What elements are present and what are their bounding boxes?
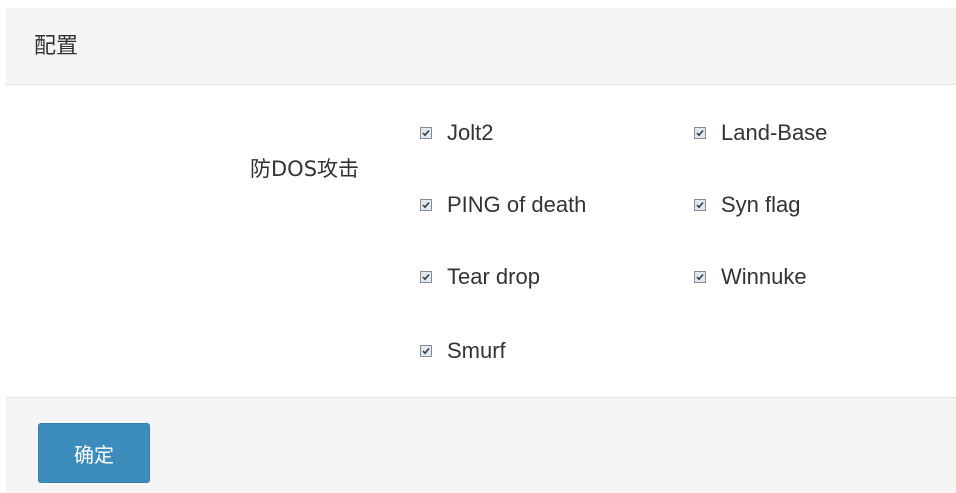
checkmark-icon xyxy=(422,201,430,209)
option-smurf[interactable]: Smurf xyxy=(420,336,506,366)
option-label: PING of death xyxy=(447,192,587,217)
checkbox-winnuke[interactable] xyxy=(694,271,706,283)
option-jolt2[interactable]: Jolt2 xyxy=(420,118,493,148)
top-strip xyxy=(0,0,956,8)
option-label: Winnuke xyxy=(721,264,807,289)
checkmark-icon xyxy=(696,129,704,137)
checkbox-smurf[interactable] xyxy=(420,345,432,357)
checkbox-ping-of-death[interactable] xyxy=(420,199,432,211)
checkbox-tear-drop[interactable] xyxy=(420,271,432,283)
option-label: Smurf xyxy=(447,338,506,363)
panel-header: 配置 xyxy=(6,8,956,85)
option-tear-drop[interactable]: Tear drop xyxy=(420,262,540,292)
checkmark-icon xyxy=(422,129,430,137)
panel-footer: 确定 xyxy=(6,397,956,493)
checkbox-land-base[interactable] xyxy=(694,127,706,139)
option-label: Syn flag xyxy=(721,192,801,217)
option-syn-flag[interactable]: Syn flag xyxy=(694,190,801,220)
panel-title: 配置 xyxy=(34,34,79,59)
option-winnuke[interactable]: Winnuke xyxy=(694,262,807,292)
config-panel: 配置 防DOS攻击 Jolt2 Land-Base PING of death xyxy=(6,8,956,493)
checkmark-icon xyxy=(422,273,430,281)
checkbox-syn-flag[interactable] xyxy=(694,199,706,211)
option-ping-of-death[interactable]: PING of death xyxy=(420,190,586,220)
option-label: Land-Base xyxy=(721,120,828,145)
option-land-base[interactable]: Land-Base xyxy=(694,118,827,148)
option-label: Jolt2 xyxy=(447,120,494,145)
checkmark-icon xyxy=(696,273,704,281)
confirm-button[interactable]: 确定 xyxy=(38,423,150,483)
checkbox-jolt2[interactable] xyxy=(420,127,432,139)
checkmark-icon xyxy=(696,201,704,209)
checkmark-icon xyxy=(422,347,430,355)
anti-dos-label: 防DOS攻击 xyxy=(250,157,360,181)
option-label: Tear drop xyxy=(447,264,540,289)
